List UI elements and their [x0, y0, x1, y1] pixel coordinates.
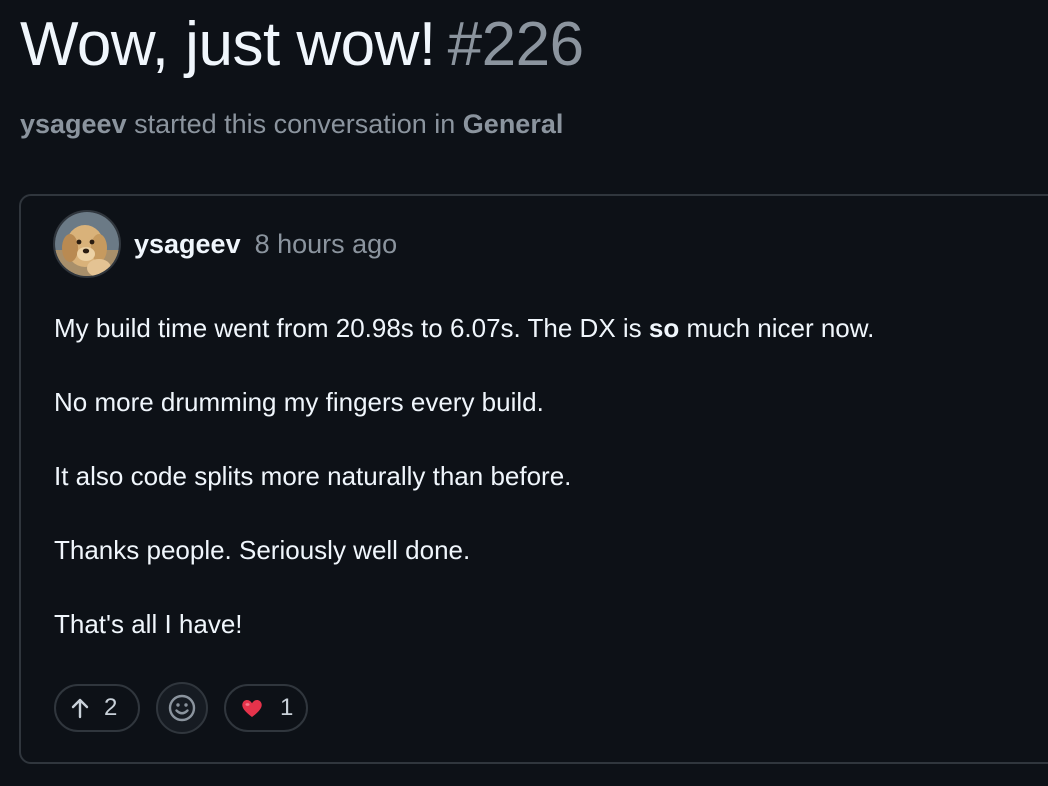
discussion-page: Wow, just wow! #226 ysageev started this …	[0, 0, 1048, 786]
discussion-meta: ysageev started this conversation in Gen…	[20, 106, 563, 142]
post-timestamp[interactable]: 8 hours ago	[255, 229, 398, 259]
category-link[interactable]: General	[463, 109, 564, 139]
heart-count: 1	[280, 694, 294, 721]
upvote-count: 2	[104, 694, 118, 721]
post-paragraph: It also code splits more naturally than …	[54, 461, 572, 491]
heart-reaction-button[interactable]: 1	[224, 684, 308, 732]
discussion-post-card: ysageev 8 hours ago My build time went fr…	[19, 194, 1048, 764]
heart-icon	[242, 699, 262, 717]
upvote-button[interactable]: 2	[54, 684, 140, 732]
post-paragraph: My build time went from 20.98s to 6.07s.…	[54, 310, 1044, 346]
discussion-number: #226	[447, 10, 584, 79]
post-paragraph: Thanks people. Seriously well done.	[54, 535, 471, 565]
starter-link[interactable]: ysageev	[20, 109, 127, 139]
post-paragraph-bold: so	[648, 313, 680, 343]
avatar[interactable]	[53, 210, 121, 278]
reactions-bar: 2 1	[54, 682, 308, 734]
post-author[interactable]: ysageev	[134, 229, 241, 259]
post-paragraph-text: much nicer now.	[679, 313, 875, 343]
post-paragraph-text: My build time went from 20.98s to 6.07s.…	[54, 313, 649, 343]
discussion-title: Wow, just wow! #226	[20, 4, 584, 86]
post-paragraph: That's all I have!	[54, 609, 243, 639]
started-text: started this conversation in	[134, 109, 456, 139]
post-body: My build time went from 20.98s to 6.07s.…	[54, 310, 1044, 680]
post-paragraph: No more drumming my fingers every build.	[54, 387, 544, 417]
post-header: ysageev 8 hours ago	[134, 226, 397, 262]
arrow-up-icon	[71, 698, 89, 719]
discussion-title-text: Wow, just wow!	[20, 10, 436, 79]
smiley-icon	[168, 694, 196, 722]
add-reaction-button[interactable]	[156, 682, 208, 734]
